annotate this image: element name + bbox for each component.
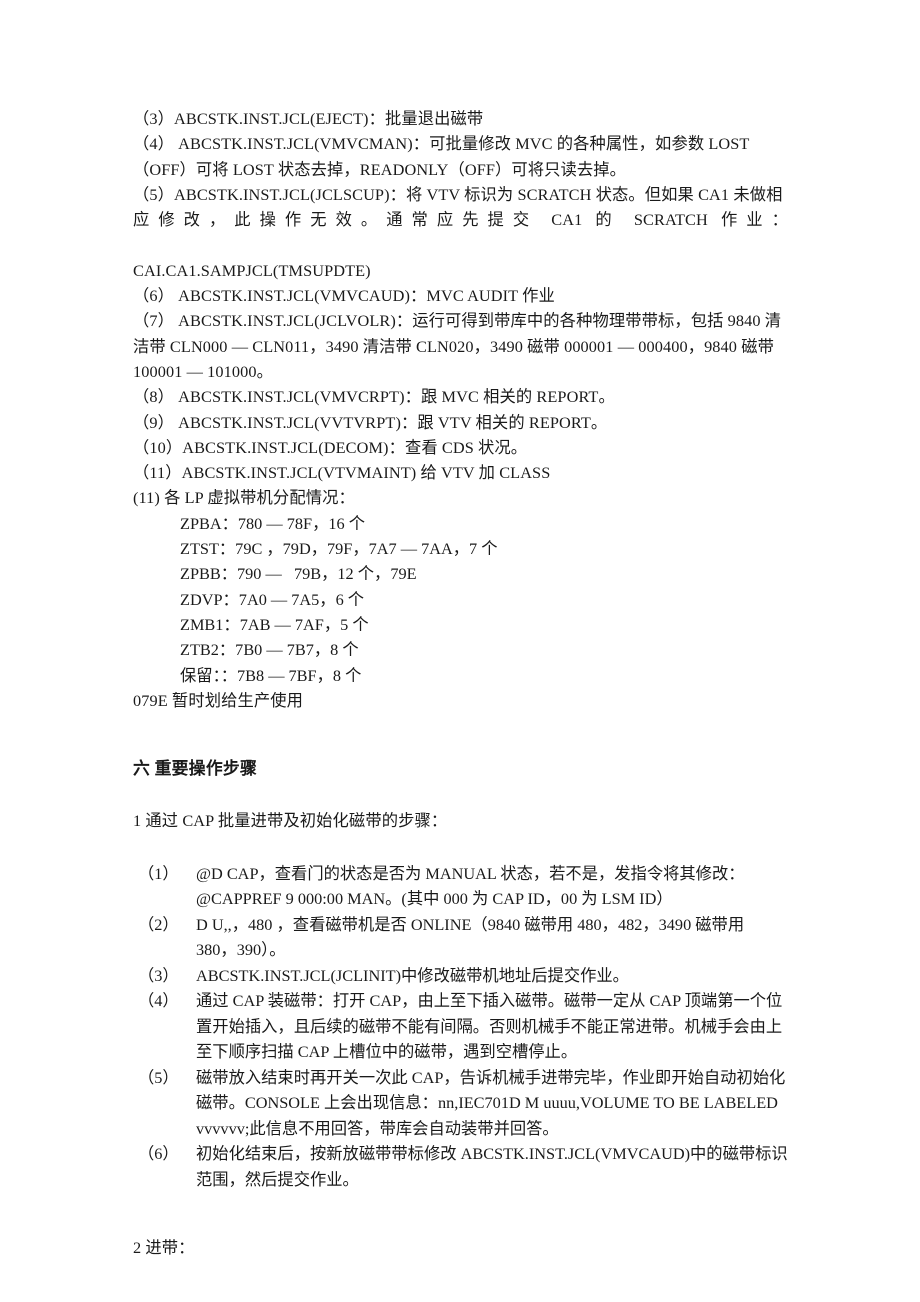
step-line: 初始化结束后，按新放磁带带标修改 ABCSTK.INST.JCL(VMVCAUD… bbox=[196, 1144, 788, 1164]
step-text: 初始化结束后，按新放磁带带标修改 ABCSTK.INST.JCL(VMVCAUD… bbox=[196, 1141, 788, 1192]
heading-gap bbox=[133, 781, 788, 808]
steps-gap bbox=[133, 1192, 788, 1235]
step-marker: （5） bbox=[138, 1067, 179, 1087]
jcl-item-11b: (11) 各 LP 虚拟带机分配情况： bbox=[133, 488, 355, 508]
lp-allocation-row: ZDVP：7A0 — 7A5，6 个 bbox=[180, 589, 365, 609]
subsection-heading-2: 2 进带： bbox=[133, 1238, 195, 1258]
step-line: 磁带。CONSOLE 上会出现信息：nn,IEC701D M uuuu,VOLU… bbox=[196, 1093, 778, 1113]
step-line: 通过 CAP 装磁带：打开 CAP，由上至下插入磁带。磁带一定从 CAP 顶端第… bbox=[196, 991, 783, 1011]
jcl-item-9: （9） ABCSTK.INST.JCL(VVTVRPT)：跟 VTV 相关的 R… bbox=[133, 412, 608, 432]
jcl-item-5-line-1: （5）ABCSTK.INST.JCL(JCLSCUP)：将 VTV 标识为 SC… bbox=[133, 184, 783, 204]
jcl-item-10: （10）ABCSTK.INST.JCL(DECOM)：查看 CDS 状况。 bbox=[133, 437, 528, 457]
lp-allocation-row: ZMB1：7AB — 7AF，5 个 bbox=[180, 614, 369, 634]
lp-allocation-row: ZTST：79C ，79D，79F，7A7 — 7AA，7 个 bbox=[180, 539, 498, 559]
step-marker: （3） bbox=[138, 965, 179, 985]
lp-allocation-row: ZTB2：7B0 — 7B7，8 个 bbox=[180, 640, 359, 660]
document-body: （3）ABCSTK.INST.JCL(EJECT)：批量退出磁带 （4） ABC… bbox=[133, 106, 788, 1261]
subsection-heading-1: 1 通过 CAP 批量进带及初始化磁带的步骤： bbox=[133, 811, 448, 831]
cap-procedure-steps: （1） @D CAP，查看门的状态是否为 MANUAL 状态，若不是，发指令将其… bbox=[133, 861, 788, 1193]
jcl-item-11: （11）ABCSTK.INST.JCL(VTVMAINT) 给 VTV 加 CL… bbox=[133, 463, 551, 483]
jcl-item-7-line-3: 100001 — 101000。 bbox=[133, 361, 273, 381]
step-line: vvvvvv;此信息不用回答，带库会自动装带并回答。 bbox=[196, 1118, 559, 1138]
step-marker: （4） bbox=[138, 991, 179, 1011]
jcl-item-5-line-2: 应修改，此操作无效。通常应先提交 CA1 的 SCRATCH 作业： bbox=[133, 210, 788, 230]
procedure-step: （4） 通过 CAP 装磁带：打开 CAP，由上至下插入磁带。磁带一定从 CAP… bbox=[133, 988, 788, 1065]
step-text: @D CAP，查看门的状态是否为 MANUAL 状态，若不是，发指令将其修改： … bbox=[196, 861, 788, 912]
step-text: 磁带放入结束时再开关一次此 CAP，告诉机械手进带完毕，作业即开始自动初始化 磁… bbox=[196, 1065, 788, 1142]
step-line: @D CAP，查看门的状态是否为 MANUAL 状态，若不是，发指令将其修改： bbox=[196, 863, 745, 883]
step-marker: （1） bbox=[138, 863, 179, 883]
jcl-item-5-line-3: CAI.CA1.SAMPJCL(TMSUPDTE) bbox=[133, 260, 371, 280]
jcl-item-4-line-1: （4） ABCSTK.INST.JCL(VMVCMAN)：可批量修改 MVC 的… bbox=[133, 134, 750, 154]
procedure-step: （5） 磁带放入结束时再开关一次此 CAP，告诉机械手进带完毕，作业即开始自动初… bbox=[133, 1065, 788, 1142]
step-line: D U,,，480 ，查看磁带机是否 ONLINE（9840 磁带用 480，4… bbox=[196, 914, 745, 934]
step-text: D U,,，480 ，查看磁带机是否 ONLINE（9840 磁带用 480，4… bbox=[196, 912, 788, 963]
procedure-step: （1） @D CAP，查看门的状态是否为 MANUAL 状态，若不是，发指令将其… bbox=[133, 861, 788, 912]
step-marker: （6） bbox=[138, 1144, 179, 1164]
jcl-item-7-line-2: 洁带 CLN000 — CLN011，3490 清洁带 CLN020，3490 … bbox=[133, 336, 774, 356]
step-line: 380，390）。 bbox=[196, 940, 286, 960]
note-079e: 079E 暂时划给生产使用 bbox=[133, 690, 303, 710]
lp-allocation-row: 保留：：7B8 — 7BF，8 个 bbox=[180, 665, 362, 685]
step-line: 范围，然后提交作业。 bbox=[196, 1169, 359, 1189]
jcl-item-8: （8） ABCSTK.INST.JCL(VMVCRPT)：跟 MVC 相关的 R… bbox=[133, 387, 615, 407]
procedure-step: （3） ABCSTK.INST.JCL(JCLINIT)中修改磁带机地址后提交作… bbox=[133, 963, 788, 989]
procedure-step: （6） 初始化结束后，按新放磁带带标修改 ABCSTK.INST.JCL(VMV… bbox=[133, 1141, 788, 1192]
step-text: ABCSTK.INST.JCL(JCLINIT)中修改磁带机地址后提交作业。 bbox=[196, 963, 788, 989]
document-page: （3）ABCSTK.INST.JCL(EJECT)：批量退出磁带 （4） ABC… bbox=[0, 0, 920, 1302]
subheading-gap bbox=[133, 834, 788, 861]
lp-allocation-row: ZPBB：790 — 79B，12 个，79E bbox=[180, 564, 417, 584]
jcl-member-list: （3）ABCSTK.INST.JCL(EJECT)：批量退出磁带 （4） ABC… bbox=[133, 106, 788, 511]
jcl-item-4-line-2: （OFF）可将 LOST 状态去掉，READONLY（OFF）可将只读去掉。 bbox=[133, 159, 627, 179]
step-line: 至下顺序扫描 CAP 上槽位中的磁带，遇到空槽停止。 bbox=[196, 1042, 578, 1062]
section-heading-six: 六 重要操作步骤 bbox=[133, 759, 258, 779]
jcl-item-7-line-1: （7） ABCSTK.INST.JCL(JCLVOLR)：运行可得到带库中的各种… bbox=[133, 311, 782, 331]
step-line: ABCSTK.INST.JCL(JCLINIT)中修改磁带机地址后提交作业。 bbox=[196, 965, 629, 985]
step-line: 置开始插入，且后续的磁带不能有间隔。否则机械手不能正常进带。机械手会由上 bbox=[196, 1016, 783, 1036]
lp-allocation-row: ZPBA：780 — 78F，16 个 bbox=[180, 513, 365, 533]
lp-allocation-list: ZPBA：780 — 78F，16 个 ZTST：79C ，79D，79F，7A… bbox=[133, 511, 788, 688]
jcl-item-6: （6） ABCSTK.INST.JCL(VMVCAUD)：MVC AUDIT 作… bbox=[133, 286, 555, 306]
step-marker: （2） bbox=[138, 914, 179, 934]
jcl-item-3: （3）ABCSTK.INST.JCL(EJECT)：批量退出磁带 bbox=[133, 109, 484, 128]
step-text: 通过 CAP 装磁带：打开 CAP，由上至下插入磁带。磁带一定从 CAP 顶端第… bbox=[196, 988, 788, 1065]
procedure-step: （2） D U,,，480 ，查看磁带机是否 ONLINE（9840 磁带用 4… bbox=[133, 912, 788, 963]
step-line: 磁带放入结束时再开关一次此 CAP，告诉机械手进带完毕，作业即开始自动初始化 bbox=[196, 1067, 786, 1087]
step-line: @CAPPREF 9 000:00 MAN。(其中 000 为 CAP ID，0… bbox=[196, 889, 673, 909]
